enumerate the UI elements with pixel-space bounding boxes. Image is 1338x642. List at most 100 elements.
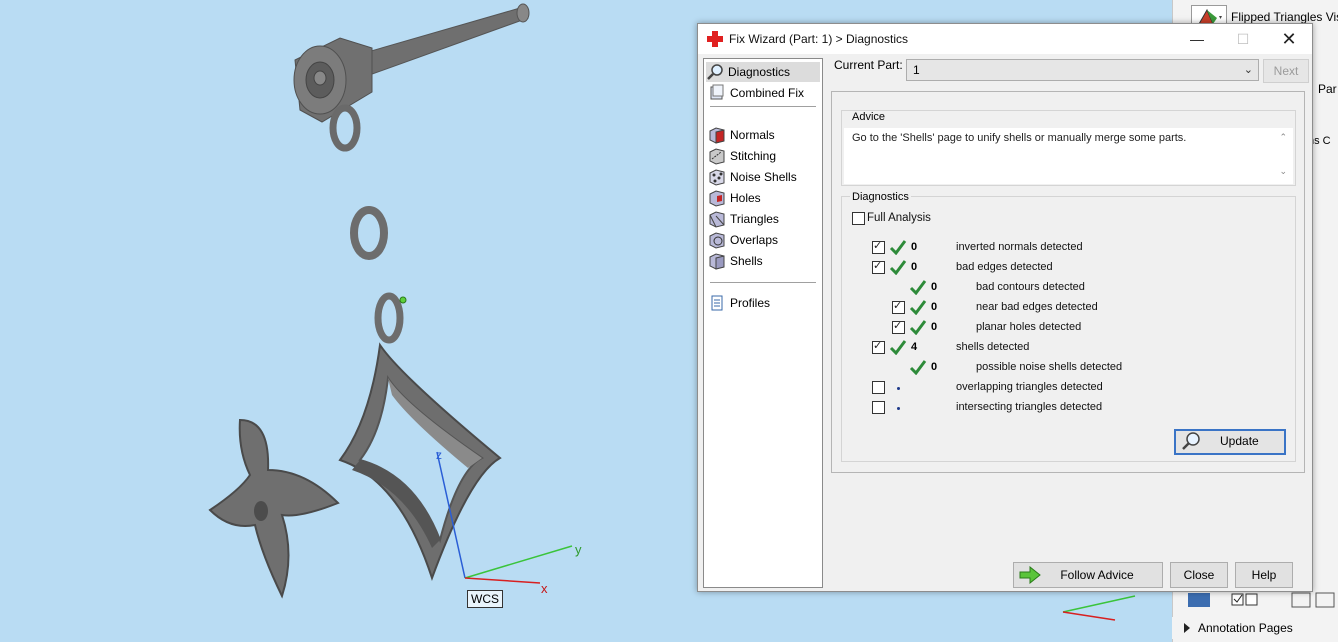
scroll-down-icon[interactable]: ⌄ (1279, 166, 1287, 177)
combined-fix-icon (708, 84, 726, 102)
advice-title: Advice (850, 111, 888, 123)
annotation-pages-row[interactable]: Annotation Pages (1172, 617, 1338, 639)
row-label: shells detected (956, 341, 1030, 353)
advice-textbox[interactable]: Go to the 'Shells' page to unify shells … (844, 128, 1293, 184)
nav-item-stitching[interactable]: Stitching (708, 146, 780, 166)
next-button[interactable]: Next (1263, 59, 1309, 83)
count: 0 (911, 241, 918, 253)
current-part-value: 1 (913, 63, 920, 77)
nav-label: Combined Fix (730, 86, 805, 100)
star-part[interactable] (208, 418, 340, 599)
scroll-up-icon[interactable]: ⌃ (1279, 132, 1287, 143)
intersecting-triangles-checkbox[interactable] (872, 401, 885, 414)
minimize-button[interactable]: — (1174, 24, 1220, 54)
close-button[interactable]: Close (1170, 562, 1228, 588)
update-button[interactable]: Update (1174, 429, 1286, 455)
nav-label: Noise Shells (730, 170, 797, 184)
diamond-pendant[interactable] (338, 342, 502, 582)
nav-item-shells[interactable]: Shells (708, 251, 767, 271)
triangles-icon (708, 210, 726, 228)
bad-edges-checkbox[interactable] (872, 259, 885, 274)
green-check-icon (889, 240, 907, 255)
close-window-button[interactable]: ✕ (1266, 24, 1312, 54)
nav-item-diagnostics[interactable]: Diagnostics (706, 62, 820, 82)
magnifier-icon (706, 63, 724, 81)
wcs-label: WCS (467, 590, 503, 608)
green-check-icon (909, 280, 927, 295)
count: 4 (911, 341, 918, 353)
pivot-marker (399, 296, 407, 304)
nav-item-normals[interactable]: Normals (708, 125, 779, 145)
axis-z-label: z (436, 448, 442, 462)
dialog-title: Fix Wizard (Part: 1) > Diagnostics (729, 32, 909, 46)
help-button[interactable]: Help (1235, 562, 1293, 588)
nav-item-triangles[interactable]: Triangles (708, 209, 783, 229)
nav-label: Profiles (730, 296, 771, 310)
nav-divider (710, 106, 816, 107)
pending-dot-icon (897, 407, 900, 410)
nav-item-combined-fix[interactable]: Combined Fix (708, 83, 808, 103)
row-label: bad contours detected (976, 281, 1085, 293)
nav-label: Diagnostics (728, 65, 791, 79)
shells-checkbox[interactable] (872, 339, 885, 354)
advice-text: Go to the 'Shells' page to unify shells … (852, 132, 1187, 144)
red-cross-icon (707, 31, 723, 47)
count: 0 (931, 301, 938, 313)
near-bad-edges-checkbox[interactable] (892, 299, 905, 314)
count: 0 (931, 321, 938, 333)
row-label: intersecting triangles detected (956, 401, 1103, 413)
ring-part[interactable] (350, 206, 388, 260)
current-part-label: Current Part: (834, 58, 903, 72)
wizard-nav: Diagnostics Combined Fix Normals Stitchi… (703, 58, 823, 588)
follow-advice-button[interactable]: Follow Advice (1013, 562, 1163, 588)
current-part-select[interactable]: 1 ⌄ (906, 59, 1259, 81)
shells-icon (708, 252, 726, 270)
full-analysis-label: Full Analysis (867, 212, 931, 224)
nav-label: Shells (730, 254, 763, 268)
expand-triangle-icon[interactable] (1184, 623, 1190, 633)
overlaps-icon (708, 231, 726, 249)
follow-advice-label: Follow Advice (1060, 568, 1134, 582)
count: 0 (931, 361, 938, 373)
mini-axis-triad (1062, 595, 1136, 621)
green-check-icon (909, 320, 927, 335)
pin-part[interactable] (293, 3, 530, 152)
nav-item-noise-shells[interactable]: Noise Shells (708, 167, 801, 187)
nav-divider (710, 282, 816, 283)
row-label: overlapping triangles detected (956, 381, 1103, 393)
planar-holes-checkbox[interactable] (892, 319, 905, 334)
flipped-triangles-label: Flipped Triangles Visi (1231, 10, 1338, 24)
nav-item-overlaps[interactable]: Overlaps (708, 230, 782, 250)
nav-item-profiles[interactable]: Profiles (708, 293, 774, 313)
update-label: Update (1220, 434, 1259, 448)
green-check-icon (889, 260, 907, 275)
row-label: planar holes detected (976, 321, 1082, 333)
magnifier-icon (1182, 432, 1200, 450)
row-label: bad edges detected (956, 261, 1053, 273)
profiles-icon (708, 294, 726, 312)
count: 0 (931, 281, 938, 293)
nav-item-holes[interactable]: Holes (708, 188, 765, 208)
holes-icon (708, 189, 726, 207)
green-check-icon (889, 340, 907, 355)
green-check-icon (909, 360, 927, 375)
fix-wizard-dialog: Fix Wizard (Part: 1) > Diagnostics — ☐ ✕… (697, 23, 1313, 592)
chevron-down-icon: ⌄ (1243, 64, 1253, 76)
dialog-titlebar[interactable]: Fix Wizard (Part: 1) > Diagnostics — ☐ ✕ (698, 24, 1312, 54)
maximize-button[interactable]: ☐ (1220, 24, 1266, 54)
row-label: possible noise shells detected (976, 361, 1123, 373)
nav-label: Stitching (730, 149, 777, 163)
diagnostics-title: Diagnostics (850, 191, 911, 203)
pendant-ring[interactable] (374, 292, 404, 344)
arrow-right-icon (1019, 566, 1041, 584)
nav-label: Normals (730, 128, 775, 142)
inverted-normals-checkbox[interactable] (872, 239, 885, 254)
shield-icon (1188, 593, 1210, 607)
annotation-pages-label: Annotation Pages (1198, 621, 1293, 635)
nav-label: Overlaps (730, 233, 779, 247)
axis-x-label: x (541, 581, 548, 596)
full-analysis-checkbox[interactable] (852, 212, 865, 225)
axis-y-label: y (575, 542, 582, 557)
count: 0 (911, 261, 918, 273)
overlapping-triangles-checkbox[interactable] (872, 381, 885, 394)
